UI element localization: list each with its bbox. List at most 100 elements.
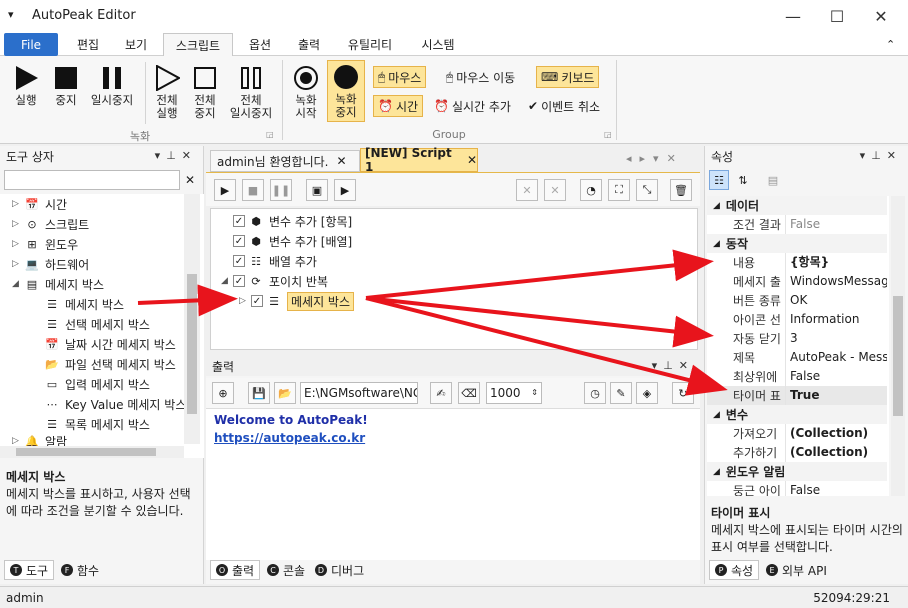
fill-icon[interactable]: ◈	[636, 382, 658, 404]
collapse-icon[interactable]: ◢	[713, 410, 720, 420]
property-value[interactable]: False	[785, 481, 887, 496]
property-value[interactable]: AutoPeak - Messa	[785, 348, 887, 367]
close-tab-icon[interactable]: ✕	[336, 154, 346, 168]
timer-icon[interactable]: ◔	[580, 179, 602, 201]
property-pages-icon[interactable]: ▤	[763, 170, 783, 190]
brush-clear-icon[interactable]: ✍	[430, 382, 452, 404]
property-value[interactable]: (Collection)	[785, 424, 887, 443]
panel-pin-icons[interactable]: ▾⊥✕	[860, 149, 902, 162]
property-value[interactable]: True	[785, 386, 887, 405]
property-category[interactable]: ◢ 데이터	[707, 196, 887, 215]
mouse-move-toggle[interactable]: 🖱 마우스 이동	[442, 66, 519, 88]
homepage-link[interactable]: https://autopeak.co.kr	[214, 431, 365, 445]
line-count-input[interactable]: 1000 ⇕	[486, 382, 542, 404]
horizontal-scrollbar[interactable]	[0, 446, 184, 458]
tab-script1[interactable]: [NEW] Script 1 ✕	[360, 146, 478, 174]
new-file-icon[interactable]: ⊕	[212, 382, 234, 404]
menu-system[interactable]: 시스템	[410, 33, 466, 56]
tree-item-input-messagebox[interactable]: ▭ 입력 메세지 박스	[44, 374, 150, 394]
property-row[interactable]: 메세지 출 WindowsMessage	[707, 272, 887, 291]
refresh-icon[interactable]: ↻	[672, 382, 694, 404]
quick-access-icon[interactable]: ▾	[8, 8, 14, 21]
dialog-launcher-icon[interactable]: ◲	[266, 130, 274, 139]
panel-pin-icons[interactable]: ▾⊥✕	[652, 359, 694, 372]
script-node-add-variable-array[interactable]: ✓ ⬢ 변수 추가 [배열]	[233, 231, 352, 251]
property-value[interactable]: Information	[785, 310, 887, 329]
menu-edit[interactable]: 편집	[66, 33, 110, 56]
property-value[interactable]: 3	[785, 329, 887, 348]
time-toggle[interactable]: ⏰ 시간	[373, 95, 424, 117]
event-cancel-toggle[interactable]: ✔ 이벤트 취소	[524, 95, 604, 117]
script-node-add-variable-item[interactable]: ✓ ⬢ 변수 추가 [항목]	[233, 211, 352, 231]
tree-item-keyvalue-messagebox[interactable]: ⋯ Key Value 메세지 박스	[44, 394, 187, 414]
property-row[interactable]: 조건 결과 False	[707, 215, 887, 234]
tab-properties[interactable]: P 속성	[709, 560, 760, 580]
property-row[interactable]: 타이머 표 True	[707, 386, 887, 405]
record-start-button[interactable]: 녹화 시작	[288, 62, 324, 120]
script-node-add-array[interactable]: ✓ ☷ 배열 추가	[233, 251, 317, 271]
property-row[interactable]: 제목 AutoPeak - Messa	[707, 348, 887, 367]
property-row[interactable]: 둥근 아이 False	[707, 481, 887, 496]
property-row[interactable]: 최상위에 False	[707, 367, 887, 386]
step-icon[interactable]: ▣	[306, 179, 328, 201]
tree-item-messagebox-group[interactable]: ◢ ▤ 메세지 박스	[12, 274, 104, 294]
tree-item-list-messagebox[interactable]: ☰ 목록 메세지 박스	[44, 414, 150, 434]
realtime-add-toggle[interactable]: ⏰ 실시간 추가	[430, 95, 515, 117]
property-value[interactable]: {항목}	[785, 253, 887, 272]
output-path-input[interactable]: E:\NGMsoftware\NG	[300, 382, 418, 404]
keyboard-toggle[interactable]: ⌨ 키보드	[536, 66, 600, 88]
property-value[interactable]: OK	[785, 291, 887, 310]
toolbox-search-input[interactable]	[4, 170, 180, 190]
clear-search-icon[interactable]: ✕	[180, 170, 200, 190]
tree-item-file-messagebox[interactable]: 📂 파일 선택 메세지 박스	[44, 354, 176, 374]
save-icon[interactable]: 💾	[248, 382, 270, 404]
folder-open-icon[interactable]: 📂	[274, 382, 296, 404]
maximize-button[interactable]: ☐	[815, 0, 859, 32]
tree-item-window[interactable]: ▷ ⊞ 윈도우	[12, 234, 78, 254]
dialog-launcher-icon[interactable]: ◲	[604, 130, 612, 139]
pause-icon[interactable]: ❚❚	[270, 179, 292, 201]
menu-view[interactable]: 보기	[114, 33, 158, 56]
step-over-icon[interactable]: ▶	[334, 179, 356, 201]
tab-tools[interactable]: T 도구	[4, 560, 55, 580]
vertical-scrollbar[interactable]	[184, 194, 200, 444]
menu-script[interactable]: 스크립트	[163, 33, 233, 57]
delete-icon[interactable]: ✕	[516, 179, 538, 201]
property-row[interactable]: 버튼 종류 OK	[707, 291, 887, 310]
sort-az-icon[interactable]: ⇅	[733, 170, 753, 190]
property-value[interactable]: False	[785, 367, 887, 386]
property-row[interactable]: 자동 닫기 3	[707, 329, 887, 348]
pause-all-button[interactable]: 전체 일시중지	[224, 62, 278, 120]
record-stop-button[interactable]: 녹화 중지	[327, 60, 365, 122]
tab-console[interactable]: C 콘솔	[262, 560, 310, 580]
property-row[interactable]: 가져오기 (Collection)	[707, 424, 887, 443]
expand-icon[interactable]: ⛶	[608, 179, 630, 201]
tab-external-api[interactable]: E 외부 API	[761, 560, 832, 580]
tree-item-datetime-messagebox[interactable]: 📅 날짜 시간 메세지 박스	[44, 334, 176, 354]
property-row[interactable]: 아이콘 선 Information	[707, 310, 887, 329]
stop-button[interactable]: 중지	[48, 62, 84, 107]
categorized-icon[interactable]: ☷	[709, 170, 729, 190]
eraser-icon[interactable]: ⌫	[458, 382, 480, 404]
property-scrollbar[interactable]	[891, 196, 905, 496]
panel-pin-icons[interactable]: ▾⊥✕	[155, 149, 197, 162]
delete-all-icon[interactable]: ✕	[544, 179, 566, 201]
pause-button[interactable]: 일시중지	[86, 62, 138, 107]
minimize-button[interactable]: —	[771, 0, 815, 32]
property-category[interactable]: ◢ 동작	[707, 234, 887, 253]
run-icon[interactable]: ▶	[214, 179, 236, 201]
property-row[interactable]: 내용 {항목}	[707, 253, 887, 272]
close-button[interactable]: ✕	[859, 0, 903, 32]
collapse-icon[interactable]: ◢	[713, 239, 720, 249]
property-category[interactable]: ◢ 윈도우 알림	[707, 462, 887, 481]
tree-item-select-messagebox[interactable]: ☰ 선택 메세지 박스	[44, 314, 150, 334]
property-category[interactable]: ◢ 변수	[707, 405, 887, 424]
trash-icon[interactable]: 🗑	[670, 179, 692, 201]
tree-item-hardware[interactable]: ▷ 💻 하드웨어	[12, 254, 89, 274]
collapse-icon[interactable]: ◢	[713, 201, 720, 211]
property-value[interactable]: False	[785, 215, 887, 234]
tree-item-time[interactable]: ▷ 📅 시간	[12, 194, 67, 214]
property-value[interactable]: WindowsMessage	[785, 272, 887, 291]
tab-welcome[interactable]: admin님 환영합니다. ✕	[210, 150, 360, 172]
script-node-foreach[interactable]: ◢ ✓ ⟳ 포이치 반복	[221, 271, 328, 291]
